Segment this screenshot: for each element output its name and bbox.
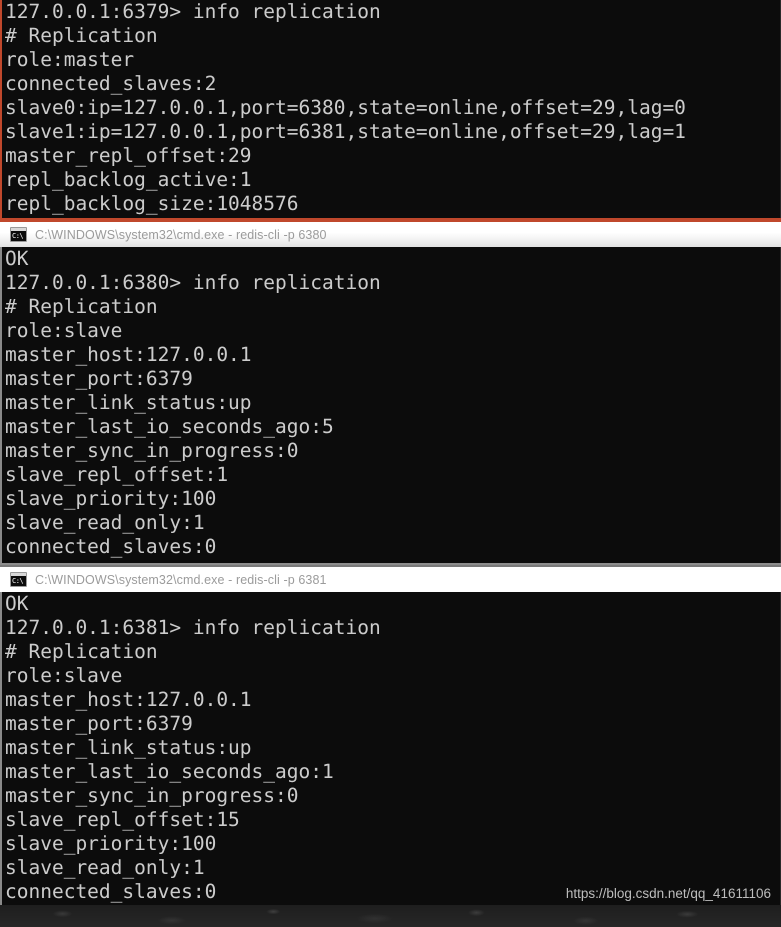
console-line: master_sync_in_progress:0 (5, 439, 299, 462)
console-line: role:slave (5, 664, 123, 687)
console-body-slave-6381[interactable]: OK 127.0.0.1:6381> info replication # Re… (0, 592, 781, 910)
console-line: repl_backlog_active:1 (5, 168, 252, 191)
console-window-master-6379[interactable]: 127.0.0.1:6379> info replication # Repli… (0, 0, 781, 220)
cmd-icon: C:\ (10, 227, 27, 242)
console-line: master_sync_in_progress:0 (5, 784, 299, 807)
console-line: connected_slaves:0 (5, 880, 217, 903)
console-line: OK (5, 247, 29, 270)
console-line: 127.0.0.1:6381> info replication (5, 616, 381, 639)
console-line: 127.0.0.1:6379> info replication (5, 0, 381, 23)
console-line: # Replication (5, 295, 158, 318)
cmd-icon-prompt-glyph: C:\ (12, 232, 24, 240)
console-line: master_last_io_seconds_ago:5 (5, 415, 334, 438)
console-line: role:slave (5, 319, 123, 342)
desktop-screen: 127.0.0.1:6379> info replication # Repli… (0, 0, 781, 927)
console-body-slave-6380[interactable]: OK 127.0.0.1:6380> info replication # Re… (0, 247, 781, 565)
console-line: master_link_status:up (5, 736, 252, 759)
titlebar-slave-6381[interactable]: C:\ C:\WINDOWS\system32\cmd.exe - redis-… (0, 565, 781, 592)
console-line: master_host:127.0.0.1 (5, 343, 252, 366)
console-window-slave-6381[interactable]: C:\ C:\WINDOWS\system32\cmd.exe - redis-… (0, 565, 781, 910)
console-line: master_port:6379 (5, 712, 193, 735)
console-output-master-6379: 127.0.0.1:6379> info replication # Repli… (0, 0, 781, 216)
console-line: connected_slaves:0 (5, 535, 217, 558)
console-line: slave1:ip=127.0.0.1,port=6381,state=onli… (5, 120, 686, 143)
console-line: master_host:127.0.0.1 (5, 688, 252, 711)
window-title-slave-6381: C:\WINDOWS\system32\cmd.exe - redis-cli … (35, 572, 327, 587)
console-line: OK (5, 592, 29, 615)
console-line: # Replication (5, 24, 158, 47)
console-line: slave_priority:100 (5, 487, 217, 510)
console-line: master_link_status:up (5, 391, 252, 414)
console-line: 127.0.0.1:6380> info replication (5, 271, 381, 294)
console-window-slave-6380[interactable]: C:\ C:\WINDOWS\system32\cmd.exe - redis-… (0, 220, 781, 565)
console-line: slave_repl_offset:1 (5, 463, 229, 486)
console-line: slave_read_only:1 (5, 511, 205, 534)
console-output-slave-6380: OK 127.0.0.1:6380> info replication # Re… (0, 247, 781, 559)
desktop-wallpaper (0, 905, 781, 927)
console-line: slave_priority:100 (5, 832, 217, 855)
console-line: master_last_io_seconds_ago:1 (5, 760, 334, 783)
console-line: master_repl_offset:29 (5, 144, 252, 167)
console-line: # Replication (5, 640, 158, 663)
console-line: slave0:ip=127.0.0.1,port=6380,state=onli… (5, 96, 686, 119)
cmd-icon: C:\ (10, 572, 27, 587)
console-line: slave_read_only:1 (5, 856, 205, 879)
console-output-slave-6381: OK 127.0.0.1:6381> info replication # Re… (0, 592, 781, 904)
console-line: role:master (5, 48, 135, 71)
console-line: connected_slaves:2 (5, 72, 217, 95)
console-line: master_port:6379 (5, 367, 193, 390)
console-line: slave_repl_offset:15 (5, 808, 240, 831)
console-line: repl_backlog_size:1048576 (5, 192, 299, 215)
window-title-slave-6380: C:\WINDOWS\system32\cmd.exe - redis-cli … (35, 227, 327, 242)
console-body-master-6379[interactable]: 127.0.0.1:6379> info replication # Repli… (0, 0, 781, 220)
titlebar-slave-6380[interactable]: C:\ C:\WINDOWS\system32\cmd.exe - redis-… (0, 220, 781, 247)
cmd-icon-prompt-glyph: C:\ (12, 577, 24, 585)
